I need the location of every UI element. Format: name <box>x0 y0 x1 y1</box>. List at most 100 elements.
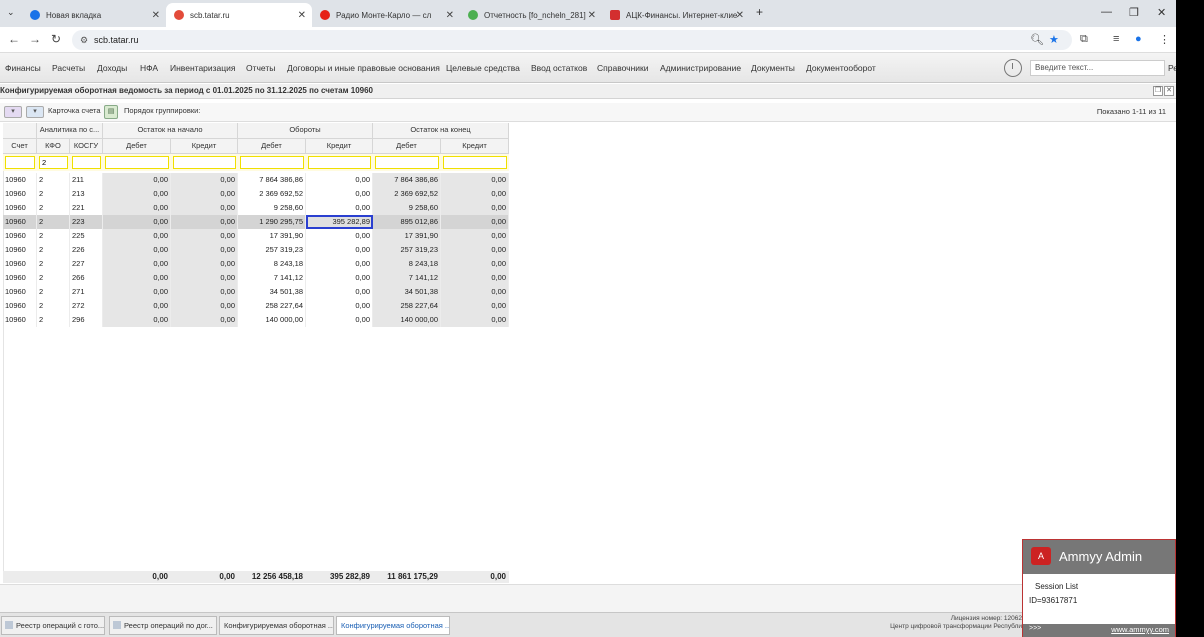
cell-kosgu[interactable]: 213 <box>70 187 103 201</box>
cell-account[interactable]: 10960 <box>3 257 37 271</box>
cell-opening-debit[interactable]: 0,00 <box>103 173 171 187</box>
cell-kfo[interactable]: 2 <box>37 173 70 187</box>
cell-account[interactable]: 10960 <box>3 313 37 327</box>
browser-tab[interactable]: Радио Монте-Карло — сл ✕ <box>312 3 460 27</box>
cell-opening-credit[interactable]: 0,00 <box>171 229 238 243</box>
header-opening-balance[interactable]: Остаток на начало <box>103 123 238 139</box>
site-info-icon[interactable]: ⚙ <box>80 30 88 50</box>
cell-opening-credit[interactable]: 0,00 <box>171 173 238 187</box>
cell-turnover-debit[interactable]: 257 319,23 <box>238 243 306 257</box>
grouping-order-button[interactable]: Порядок группировки: <box>124 106 200 115</box>
table-row[interactable]: 10960 2 226 0,00 0,00 257 319,23 0,00 257 319,2… <box>3 243 509 257</box>
cell-account[interactable]: 10960 <box>3 285 37 299</box>
cell-turnover-debit[interactable]: 34 501,38 <box>238 285 306 299</box>
table-row[interactable]: 10960 2 227 0,00 0,00 8 243,18 0,00 8 243,18 0,0… <box>3 257 509 271</box>
menu-item-contracts[interactable]: Договоры и иные правовые основания <box>287 63 440 73</box>
filter-turnover-credit-input[interactable] <box>308 156 371 169</box>
extensions-icon[interactable]: ⧉ <box>1080 33 1088 46</box>
column-closing-debit[interactable]: Дебет <box>373 139 441 154</box>
filter-closing-debit-input[interactable] <box>375 156 439 169</box>
cell-kosgu[interactable]: 272 <box>70 299 103 313</box>
cell-kosgu[interactable]: 266 <box>70 271 103 285</box>
cell-kfo[interactable]: 2 <box>37 201 70 215</box>
cell-kosgu[interactable]: 226 <box>70 243 103 257</box>
cell-closing-debit[interactable]: 34 501,38 <box>373 285 441 299</box>
cell-turnover-credit[interactable]: 0,00 <box>306 173 373 187</box>
close-tab-icon[interactable]: ✕ <box>588 10 596 21</box>
column-opening-credit[interactable]: Кредит <box>171 139 238 154</box>
cell-account[interactable]: 10960 <box>3 187 37 201</box>
filter-closing-credit-input[interactable] <box>443 156 507 169</box>
cell-opening-credit[interactable]: 0,00 <box>171 257 238 271</box>
cell-kfo[interactable]: 2 <box>37 229 70 243</box>
cell-kosgu[interactable]: 221 <box>70 201 103 215</box>
forward-icon[interactable]: → <box>29 32 41 46</box>
browser-menu-icon[interactable]: ⋮ <box>1159 33 1170 46</box>
menu-item-document-flow[interactable]: Документооборот <box>806 63 876 73</box>
cell-turnover-debit[interactable]: 8 243,18 <box>238 257 306 271</box>
cell-kosgu[interactable]: 271 <box>70 285 103 299</box>
cell-account[interactable]: 10960 <box>3 229 37 243</box>
close-tab-icon[interactable]: ✕ <box>298 10 306 21</box>
cell-kfo[interactable]: 2 <box>37 299 70 313</box>
cell-opening-credit[interactable]: 0,00 <box>171 313 238 327</box>
cell-turnover-credit[interactable]: 0,00 <box>306 271 373 285</box>
header-closing-balance[interactable]: Остаток на конец <box>373 123 509 139</box>
cell-turnover-debit[interactable]: 258 227,64 <box>238 299 306 313</box>
profile-icon[interactable]: ● <box>1135 33 1142 45</box>
cell-opening-debit[interactable]: 0,00 <box>103 201 171 215</box>
cell-kfo[interactable]: 2 <box>37 257 70 271</box>
cell-opening-debit[interactable]: 0,00 <box>103 229 171 243</box>
table-row[interactable]: 10960 2 296 0,00 0,00 140 000,00 0,00 140 000,0… <box>3 313 509 327</box>
cell-closing-credit[interactable]: 0,00 <box>441 313 509 327</box>
cell-closing-debit[interactable]: 257 319,23 <box>373 243 441 257</box>
table-row[interactable]: 10960 2 221 0,00 0,00 9 258,60 0,00 9 258,60 0,0… <box>3 201 509 215</box>
cell-closing-debit[interactable]: 7 141,12 <box>373 271 441 285</box>
cell-turnover-credit[interactable]: 0,00 <box>306 285 373 299</box>
menu-item-income[interactable]: Доходы <box>97 63 127 73</box>
cell-turnover-credit[interactable]: 0,00 <box>306 187 373 201</box>
actions-menu-icon[interactable]: ▾ <box>4 106 22 118</box>
column-kosgu[interactable]: КОСГУ <box>70 139 103 154</box>
table-row[interactable]: 10960 2 271 0,00 0,00 34 501,38 0,00 34 501,38 0… <box>3 285 509 299</box>
media-icon[interactable]: ≡ <box>1113 33 1119 45</box>
cell-account[interactable]: 10960 <box>3 215 37 229</box>
cell-account[interactable]: 10960 <box>3 201 37 215</box>
filter-turnover-debit-input[interactable] <box>240 156 304 169</box>
column-turnover-debit[interactable]: Дебет <box>238 139 306 154</box>
task-tab[interactable]: Конфигурируемая оборотная ... <box>219 616 334 635</box>
menu-item-directories[interactable]: Справочники <box>597 63 649 73</box>
clock-icon[interactable] <box>1004 59 1022 77</box>
cell-opening-credit[interactable]: 0,00 <box>171 201 238 215</box>
table-row[interactable]: 10960 2 213 0,00 0,00 2 369 692,52 0,00 2 369 6… <box>3 187 509 201</box>
close-panel-icon[interactable]: ✕ <box>1164 86 1174 96</box>
table-row[interactable]: 10960 2 266 0,00 0,00 7 141,12 0,00 7 141,12 0,0… <box>3 271 509 285</box>
cell-turnover-credit[interactable]: 0,00 <box>306 257 373 271</box>
cell-kfo[interactable]: 2 <box>37 243 70 257</box>
cell-closing-debit[interactable]: 7 864 386,86 <box>373 173 441 187</box>
cell-turnover-debit[interactable]: 7 141,12 <box>238 271 306 285</box>
table-row[interactable]: 10960 2 225 0,00 0,00 17 391,90 0,00 17 391,90 0… <box>3 229 509 243</box>
cell-closing-debit[interactable]: 258 227,64 <box>373 299 441 313</box>
print-menu-icon[interactable]: ▾ <box>26 106 44 118</box>
column-turnover-credit[interactable]: Кредит <box>306 139 373 154</box>
menu-item-documents[interactable]: Документы <box>751 63 795 73</box>
task-tab[interactable]: Реестр операций с гото... <box>1 616 105 635</box>
cell-kfo[interactable]: 2 <box>37 187 70 201</box>
cell-opening-debit[interactable]: 0,00 <box>103 271 171 285</box>
cell-opening-credit[interactable]: 0,00 <box>171 243 238 257</box>
url-field[interactable]: ⚙ scb.tatar.ru <box>72 30 1072 50</box>
close-tab-icon[interactable]: ✕ <box>152 10 160 21</box>
ammyy-link[interactable]: www.ammyy.com <box>1111 625 1169 634</box>
cell-opening-debit[interactable]: 0,00 <box>103 285 171 299</box>
filter-account-input[interactable] <box>5 156 35 169</box>
cell-opening-debit[interactable]: 0,00 <box>103 257 171 271</box>
menu-item-finance[interactable]: Финансы <box>5 63 41 73</box>
task-tab-active[interactable]: Конфигурируемая оборотная ... <box>336 616 450 635</box>
cell-closing-credit[interactable]: 0,00 <box>441 299 509 313</box>
cell-kosgu[interactable]: 296 <box>70 313 103 327</box>
column-account[interactable]: Счет <box>3 139 37 154</box>
column-closing-credit[interactable]: Кредит <box>441 139 509 154</box>
cell-account[interactable]: 10960 <box>3 173 37 187</box>
cell-turnover-debit[interactable]: 2 369 692,52 <box>238 187 306 201</box>
